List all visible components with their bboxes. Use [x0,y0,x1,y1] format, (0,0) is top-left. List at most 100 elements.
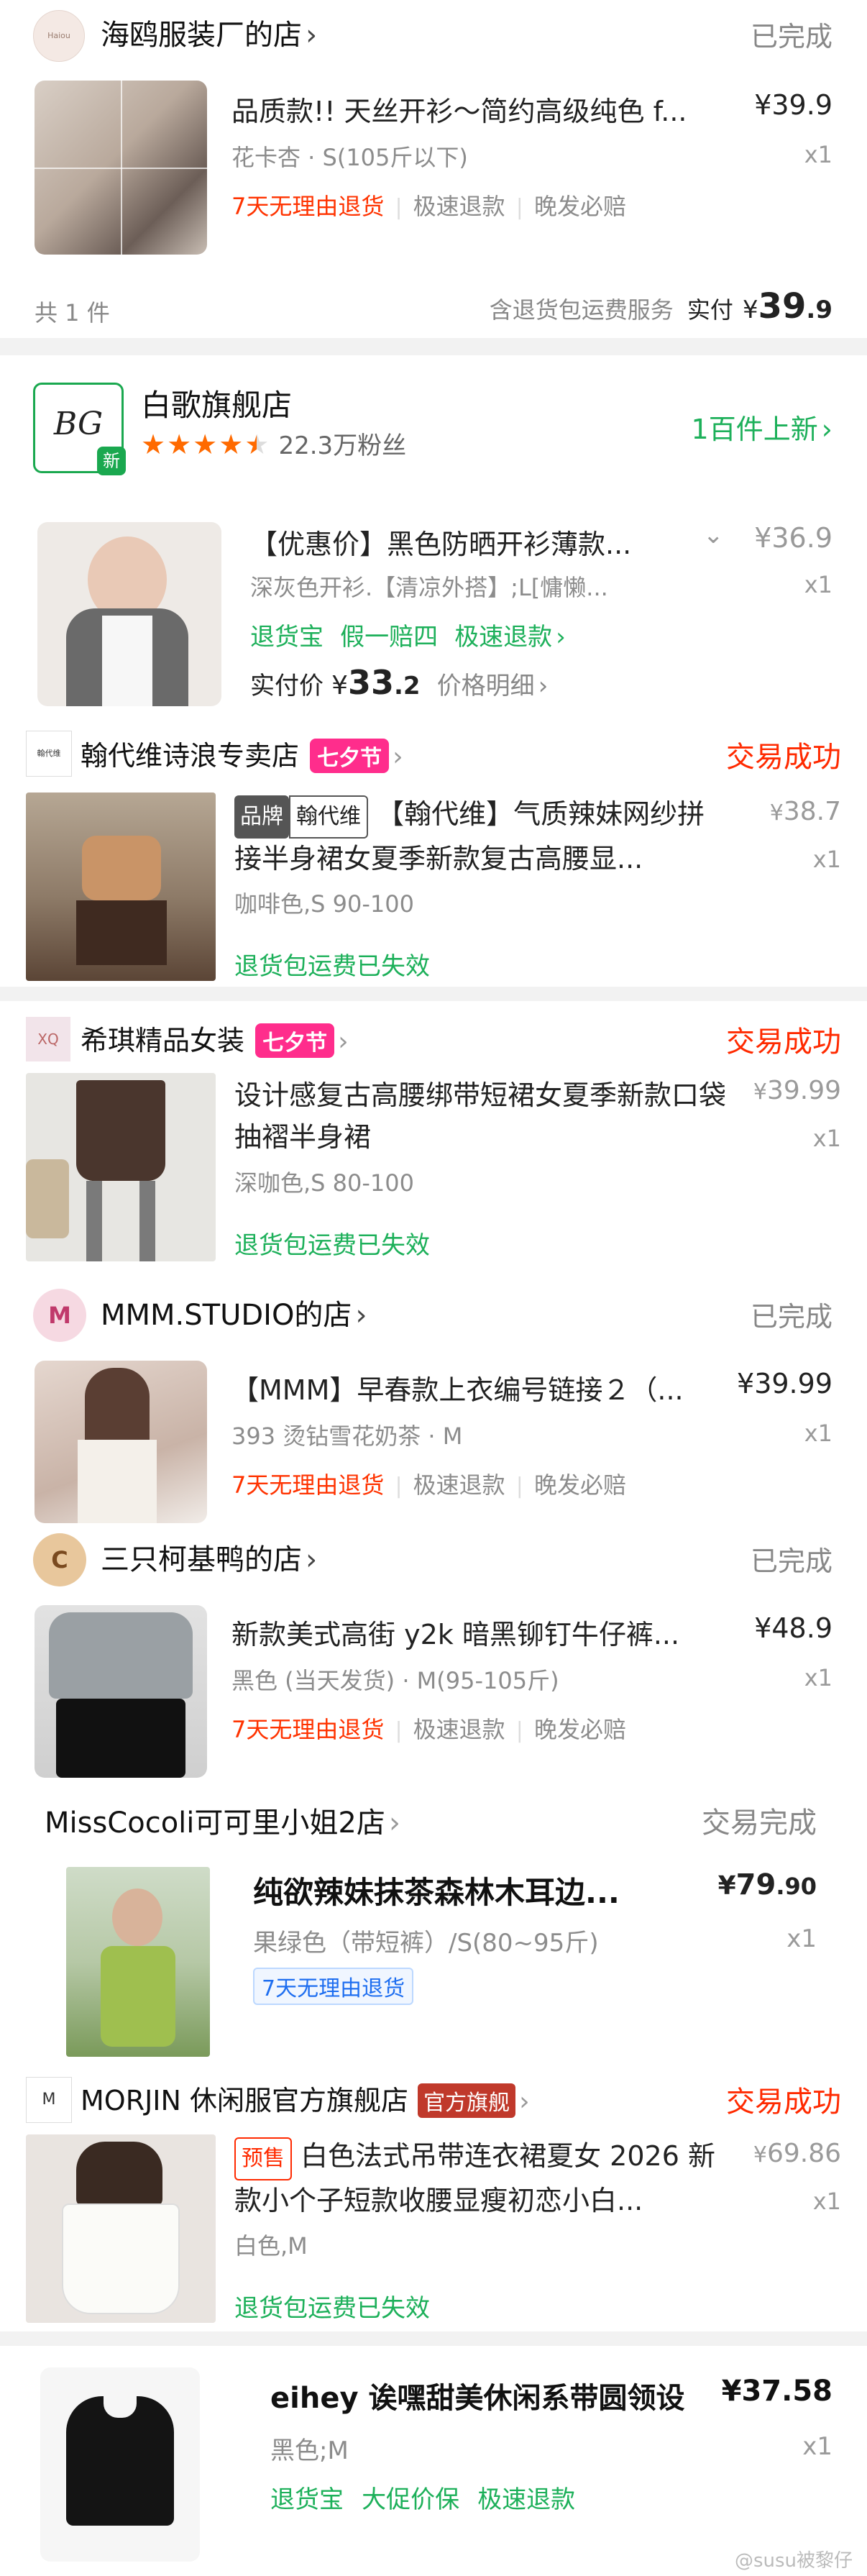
product-thumbnail[interactable] [35,81,207,255]
shop-link[interactable]: 三只柯基鸭的店 › [101,1536,317,1578]
product-title[interactable]: 设计感复古高腰绑带短裙女夏季新款口袋抽褶半身裙 [234,1074,730,1158]
product-spec: 果绿色（带短裤）/S(80~95斤) [253,1929,599,1958]
product-title[interactable]: 【优惠价】黑色防晒开衫薄款... [250,522,696,562]
product-spec: 深灰色开衫.【清凉外搭】;L[慵懒... [250,574,608,601]
return-note: 退货包运费已失效 [234,1231,430,1260]
order-status: 交易成功 [726,2086,841,2119]
new-shop-badge: 新 [97,447,126,475]
product-thumbnail[interactable] [40,2367,200,2562]
product-spec: 花卡杏 · S(105斤以下) [231,144,468,171]
order-card-7[interactable]: MissCocoli可可里小姐2店 › 交易完成 纯欲辣妹抹茶森林木耳边... … [0,1782,867,2064]
product-quantity: x1 [812,2188,841,2215]
order-card-2[interactable]: BG 新 白歌旗舰店 ★★★★★ 22.3万粉丝 1百件上新 › 【优惠价】黑色… [0,355,867,722]
star-icon: ★ [141,429,166,460]
service-tag: 退货宝 [250,623,324,652]
shop-rating: ★★★★★ 22.3万粉丝 [141,426,406,461]
order-card-4[interactable]: XQ 希琪精品女装 七夕节 › 交易成功 设计感复古高腰绑带短裙女夏季新款口袋抽… [0,1001,867,1279]
service-tag: 极速退款 [413,1471,505,1499]
order-status: 交易完成 [702,1807,817,1840]
shop-name: 翰代维诗浪专卖店 [81,740,300,772]
product-thumbnail[interactable] [26,1073,216,1261]
service-tags: 7天无理由退货 | 极速退款 | 晚发必赔 [231,1471,626,1499]
paid-decimal: .2 [394,672,421,700]
order-total: 含退货包运费服务 实付 ¥39.9 [490,286,832,326]
chevron-right-icon: › [821,414,832,445]
watermark: @susu被黎仔 [734,2550,853,2572]
shop-link[interactable]: MORJIN 休闲服官方旗舰店 官方旗舰 › [81,2078,530,2118]
shop-logo: XQ [26,1017,70,1061]
order-card-9[interactable]: eihey 诶嘿甜美休闲系带圆领设 ¥37.58 黑色;M x1 退货宝 大促价… [0,2346,867,2576]
order-card-6[interactable]: C 三只柯基鸭的店 › 已完成 新款美式高街 y2k 暗黑铆钉牛仔裤... ¥4… [0,1523,867,1782]
shop-link[interactable]: 希琪精品女装 七夕节 › [81,1018,349,1058]
product-price: ¥36.9 [754,522,832,554]
price-detail-link[interactable]: 价格明细 [437,672,535,700]
currency-symbol: ¥ [753,1079,767,1105]
product-title-block[interactable]: 预售 白色法式吊带连衣裙夏女 2026 新款小个子短款收腰显瘦初恋小白... [234,2136,730,2216]
order-card-3[interactable]: 翰代维 翰代维诗浪专卖店 七夕节 › 交易成功 品牌 翰代维 【翰代维】气质辣妹网… [0,722,867,987]
service-tag: 7天无理由退货 [231,1471,385,1499]
shop-name[interactable]: 白歌旗舰店 [141,381,292,425]
product-price: ¥39.99 [753,1076,841,1105]
product-thumbnail[interactable] [35,1605,207,1778]
service-tags: 退货宝 大促价保 极速退款 [270,2480,575,2515]
order-card-8[interactable]: M MORJIN 休闲服官方旗舰店 官方旗舰 › 交易成功 预售 白色法式吊带连… [0,2064,867,2331]
product-title[interactable]: 品质款!! 天丝开衫～简约高级纯色 f... [231,89,720,129]
service-tags: 7天无理由退货 | 极速退款 | 晚发必赔 [231,193,626,220]
product-title[interactable]: 纯欲辣妹抹茶森林木耳边... [253,1868,677,1912]
product-quantity: x1 [804,141,832,168]
paid-label: 实付 [687,296,733,324]
expand-icon[interactable]: ⌄ [703,521,724,549]
service-tags: 7天无理由退货 [253,1968,414,2005]
service-tag: 极速退款 [413,193,505,220]
new-items-link[interactable]: 1百件上新 › [692,407,832,447]
product-price: ¥39.9 [754,89,832,121]
product-thumbnail[interactable] [35,1361,207,1523]
product-thumbnail[interactable] [26,793,216,981]
product-title[interactable]: 新款美式高街 y2k 暗黑铆钉牛仔裤... [231,1612,720,1652]
fan-count: 22.3万粉丝 [278,431,407,460]
product-spec: 393 烫钻雪花奶茶 · M [231,1422,463,1450]
currency-symbol: ¥ [753,2142,767,2168]
price-value: 69.86 [766,2139,841,2168]
service-tags[interactable]: 退货宝 假一赔四 极速退款 › [250,617,566,652]
chevron-right-icon: › [393,742,403,772]
product-spec: 白色,M [234,2232,308,2260]
price-value: 39.99 [766,1076,841,1105]
product-thumbnail[interactable] [37,522,221,706]
shop-logo: 翰代维 [26,731,72,777]
chevron-right-icon: › [306,19,318,52]
shop-link[interactable]: 翰代维诗浪专卖店 七夕节 › [81,734,403,773]
service-tag: 假一赔四 [340,623,439,652]
star-icon: ★ [244,429,270,460]
paid-decimal: .9 [806,296,832,324]
shop-logo: BG 新 [33,383,126,475]
order-card-1[interactable]: Haiou 海鸥服装厂的店 › 已完成 品质款!! 天丝开衫～简约高级纯色 f.… [0,0,867,338]
order-status: 已完成 [750,1301,832,1333]
service-tag: 退货宝 [270,2485,344,2514]
actual-paid: 实付价 ¥33.2 价格明细 › [250,663,548,702]
product-title-block[interactable]: 品牌 翰代维 【翰代维】气质辣妹网纱拼接半身裙女夏季新款复古高腰显... [234,794,730,874]
shop-link[interactable]: MissCocoli可可里小姐2店 › [45,1799,400,1841]
product-thumbnail[interactable] [66,1867,210,2057]
product-title[interactable]: eihey 诶嘿甜美休闲系带圆领设 [270,2375,702,2416]
festival-badge: 七夕节 [310,739,390,773]
shop-logo: M [26,2077,72,2123]
service-tag: 晚发必赔 [533,1716,626,1743]
currency-symbol: ¥ [742,296,758,324]
shipping-note: 含退货包运费服务 [489,296,674,324]
return-note: 退货包运费已失效 [234,952,430,981]
shop-logo: C [33,1533,86,1586]
return-note: 退货包运费已失效 [234,2294,430,2323]
shop-link[interactable]: MMM.STUDIO的店 › [101,1292,367,1333]
shop-link[interactable]: 海鸥服装厂的店 › [101,12,317,53]
product-spec: 黑色;M [270,2436,349,2465]
chevron-right-icon: › [355,1299,367,1332]
service-tag: 晚发必赔 [533,193,626,220]
chevron-right-icon: › [556,623,566,652]
price-decimal: .90 [776,1873,817,1900]
order-card-5[interactable]: M MMM.STUDIO的店 › 已完成 【MMM】早春款上衣编号链接２（...… [0,1279,867,1523]
product-title[interactable]: 【MMM】早春款上衣编号链接２（... [231,1368,706,1407]
service-tags: 7天无理由退货 | 极速退款 | 晚发必赔 [231,1716,626,1743]
product-thumbnail[interactable] [26,2134,216,2323]
shop-name: MissCocoli可可里小姐2店 [45,1807,385,1840]
